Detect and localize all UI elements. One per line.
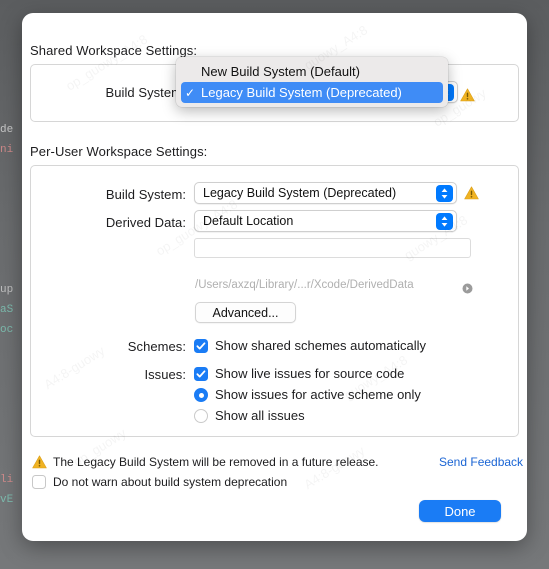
menu-item-legacy-build-system[interactable]: ✓ Legacy Build System (Deprecated) xyxy=(181,82,443,103)
derived-data-label: Derived Data: xyxy=(105,215,186,230)
schemes-label: Schemes: xyxy=(127,339,186,354)
backdrop-code-line: li xyxy=(0,474,14,486)
send-feedback-link[interactable]: Send Feedback xyxy=(439,455,523,469)
issues-label: Issues: xyxy=(144,367,186,382)
shared-build-system-warning-icon xyxy=(460,88,475,102)
per-user-workspace-settings-label: Per-User Workspace Settings: xyxy=(30,144,208,159)
advanced-button-label: Advanced... xyxy=(212,305,279,320)
schemes-show-shared-label[interactable]: Show shared schemes automatically xyxy=(215,338,426,353)
per-user-build-system-warning-icon xyxy=(464,186,479,200)
backdrop-code-gutter: de ni up aS oc li vE xyxy=(0,120,24,510)
done-button-label: Done xyxy=(444,503,476,519)
issues-all-label[interactable]: Show all issues xyxy=(215,408,305,423)
derived-data-popup[interactable]: Default Location xyxy=(194,210,457,232)
chevron-up-down-icon[interactable] xyxy=(436,185,453,202)
issues-active-scheme-label[interactable]: Show issues for active scheme only xyxy=(215,387,421,402)
derived-data-path-input[interactable] xyxy=(194,238,471,258)
derived-data-popup-value: Default Location xyxy=(203,214,294,228)
reveal-arrow-icon[interactable] xyxy=(462,281,473,294)
backdrop-code-line: ni xyxy=(0,144,14,156)
backdrop-code-line: vE xyxy=(0,494,14,506)
issues-all-radio[interactable] xyxy=(194,409,208,423)
per-user-build-system-label: Build System: xyxy=(105,187,186,202)
footer-warning-icon xyxy=(32,455,47,469)
backdrop-code-line: aS xyxy=(0,304,14,316)
checkmark-icon: ✓ xyxy=(185,85,196,100)
footer-warning-text: The Legacy Build System will be removed … xyxy=(53,455,379,469)
menu-item-new-build-system[interactable]: New Build System (Default) xyxy=(181,61,443,82)
issues-active-scheme-radio[interactable] xyxy=(194,388,208,402)
backdrop-code-line: oc xyxy=(0,324,14,336)
menu-item-label: New Build System (Default) xyxy=(201,64,360,79)
derived-data-path-text: /Users/axzq/Library/...r/Xcode/DerivedDa… xyxy=(195,279,414,291)
backdrop-code-line: up xyxy=(0,284,14,296)
do-not-warn-checkbox[interactable] xyxy=(32,475,46,489)
shared-build-system-label: Build System xyxy=(105,85,182,100)
build-system-dropdown-menu[interactable]: New Build System (Default) ✓ Legacy Buil… xyxy=(176,57,448,107)
schemes-show-shared-checkbox[interactable] xyxy=(194,339,208,353)
do-not-warn-label[interactable]: Do not warn about build system deprecati… xyxy=(53,475,287,489)
menu-item-label: Legacy Build System (Deprecated) xyxy=(201,85,402,100)
advanced-button[interactable]: Advanced... xyxy=(195,302,296,323)
issues-show-live-checkbox[interactable] xyxy=(194,367,208,381)
issues-show-live-label[interactable]: Show live issues for source code xyxy=(215,366,404,381)
backdrop-code-line: de xyxy=(0,124,14,136)
shared-workspace-settings-label: Shared Workspace Settings: xyxy=(30,43,198,58)
per-user-build-system-popup-value: Legacy Build System (Deprecated) xyxy=(203,186,397,200)
done-button[interactable]: Done xyxy=(419,500,501,522)
per-user-build-system-popup[interactable]: Legacy Build System (Deprecated) xyxy=(194,182,457,204)
chevron-up-down-icon[interactable] xyxy=(436,213,453,230)
